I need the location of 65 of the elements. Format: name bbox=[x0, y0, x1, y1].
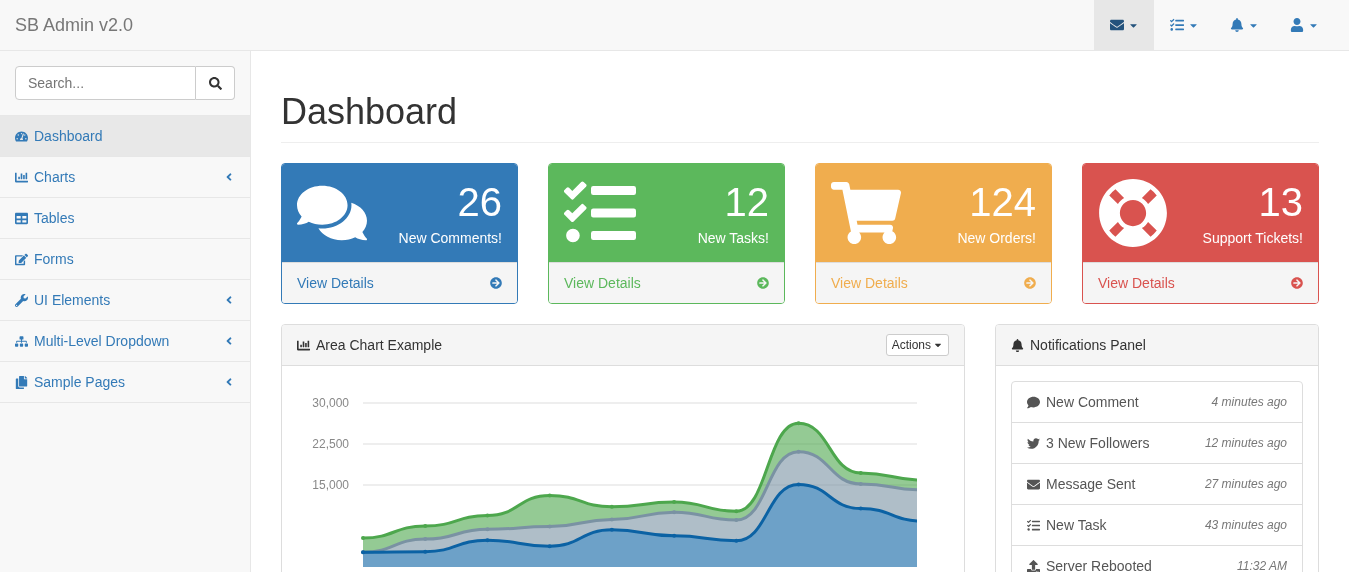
sidebar-item-label: Multi-Level Dropdown bbox=[34, 333, 171, 349]
notification-item[interactable]: New Task 43 minutes ago bbox=[1012, 505, 1302, 546]
notification-time: 27 minutes ago bbox=[1204, 477, 1287, 491]
sidebar-item-label: Forms bbox=[34, 251, 75, 267]
lifebuoy-icon bbox=[1098, 178, 1168, 248]
tasks-icon bbox=[1169, 18, 1184, 32]
sidebar-item-label: Dashboard bbox=[34, 128, 104, 144]
notification-item[interactable]: Server Rebooted 11:32 AM bbox=[1012, 546, 1302, 572]
view-details-link[interactable]: View Details bbox=[1083, 262, 1318, 303]
notification-time: 4 minutes ago bbox=[1211, 395, 1287, 409]
y-axis-label: 15,000 bbox=[312, 478, 349, 492]
envelope-icon bbox=[1027, 477, 1040, 491]
sidebar-item-label: UI Elements bbox=[34, 292, 112, 308]
stat-count: 124 bbox=[969, 180, 1036, 224]
bar-chart-icon bbox=[297, 338, 310, 352]
bell-icon bbox=[1011, 338, 1024, 352]
notification-text: New Task bbox=[1046, 517, 1108, 533]
sidebar-item[interactable]: Dashboard bbox=[0, 116, 250, 157]
copy-icon bbox=[15, 375, 28, 389]
search-button[interactable] bbox=[196, 66, 235, 100]
comment-icon bbox=[1027, 395, 1040, 409]
table-icon bbox=[15, 211, 28, 225]
sidebar-item-label: Sample Pages bbox=[34, 374, 127, 390]
stat-label: Support Tickets! bbox=[1202, 230, 1303, 246]
stat-label: New Orders! bbox=[957, 230, 1036, 246]
bar-chart-icon bbox=[15, 170, 28, 184]
stat-count: 26 bbox=[457, 180, 502, 224]
view-details-link[interactable]: View Details bbox=[549, 262, 784, 303]
brand-title[interactable]: SB Admin v2.0 bbox=[0, 14, 134, 36]
notification-time: 12 minutes ago bbox=[1204, 436, 1287, 450]
sitemap-icon bbox=[15, 334, 28, 348]
panel-title: Area Chart Example bbox=[316, 337, 444, 353]
notification-item[interactable]: Message Sent 27 minutes ago bbox=[1012, 464, 1302, 505]
notification-time: 43 minutes ago bbox=[1204, 518, 1287, 532]
dashboard-icon bbox=[15, 129, 28, 143]
user-icon bbox=[1289, 18, 1304, 32]
search-field[interactable]: Search... bbox=[15, 66, 196, 100]
stat-count: 12 bbox=[724, 180, 769, 224]
bell-icon bbox=[1229, 18, 1244, 32]
notification-item[interactable]: 3 New Followers 12 minutes ago bbox=[1012, 423, 1302, 464]
envelope-icon bbox=[1109, 18, 1124, 32]
panel-title: Notifications Panel bbox=[1030, 337, 1147, 353]
notification-text: Server Rebooted bbox=[1046, 558, 1153, 572]
sidebar-item-label: Tables bbox=[34, 210, 76, 226]
notification-text: 3 New Followers bbox=[1046, 435, 1151, 451]
page-title: Dashboard bbox=[281, 91, 1319, 143]
notification-text: New Comment bbox=[1046, 394, 1140, 410]
bird-icon bbox=[1027, 436, 1040, 450]
actions-button[interactable]: Actions bbox=[885, 334, 949, 356]
view-details-link[interactable]: View Details bbox=[282, 262, 517, 303]
stat-label: New Comments! bbox=[398, 230, 502, 246]
upload-icon bbox=[1027, 559, 1040, 572]
stat-label: New Tasks! bbox=[697, 230, 769, 246]
y-axis-label: 22,500 bbox=[312, 437, 349, 451]
y-axis-label: 30,000 bbox=[312, 396, 349, 410]
search-icon bbox=[208, 76, 222, 90]
stat-count: 13 bbox=[1258, 180, 1303, 224]
tasks-icon bbox=[1027, 518, 1040, 532]
edit-icon bbox=[15, 252, 28, 266]
wrench-icon bbox=[15, 293, 28, 307]
sidebar-item-label: Charts bbox=[34, 169, 77, 185]
notification-text: Message Sent bbox=[1046, 476, 1137, 492]
notification-item[interactable]: New Comment 4 minutes ago bbox=[1012, 382, 1302, 423]
notification-time: 11:32 AM bbox=[1236, 559, 1287, 572]
envelope-menu-button[interactable] bbox=[1094, 0, 1154, 50]
